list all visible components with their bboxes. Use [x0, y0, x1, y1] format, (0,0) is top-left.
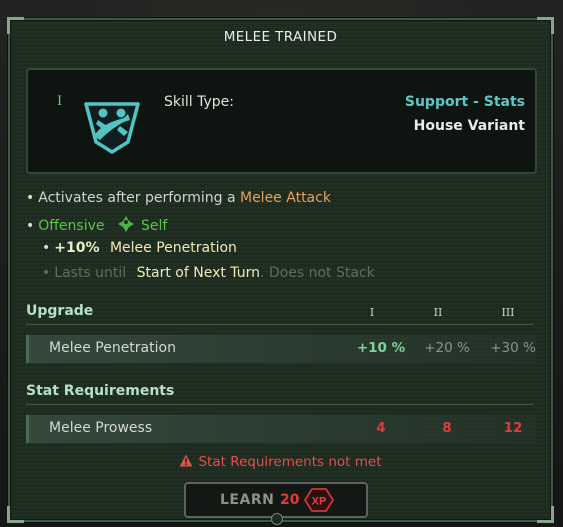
- tier-numeral: I: [57, 94, 63, 109]
- xp-icon: XP: [304, 488, 334, 512]
- upgrade-stat-name: Melee Penetration: [49, 340, 176, 356]
- tier-header: III: [501, 306, 515, 319]
- description-line: • Activates after performing a Melee Atta…: [26, 190, 331, 206]
- upgrade-section-label: Upgrade: [26, 303, 94, 319]
- duration-keyword: Start of Next Turn: [136, 265, 260, 281]
- tier-value: +30 %: [490, 340, 536, 356]
- description-line: • Lasts until Start of Next Turn. Does no…: [42, 265, 375, 281]
- corner-ornament: [7, 506, 24, 523]
- tier-value: +20 %: [424, 340, 470, 356]
- skill-tooltip-panel: MELEE TRAINED I Skill Type: Support - St…: [7, 17, 554, 525]
- skill-type-value: Support - Stats: [404, 94, 525, 110]
- requirements-section-label: Stat Requirements: [26, 383, 175, 399]
- tier-header: I: [369, 306, 375, 319]
- corner-ornament: [537, 506, 554, 523]
- requirement-stat-name: Melee Prowess: [49, 420, 153, 436]
- stack-text: . Does not Stack: [259, 265, 375, 281]
- xp-label: XP: [312, 496, 327, 508]
- learn-label: LEARN: [220, 492, 275, 508]
- warning-text: Stat Requirements not met: [198, 454, 382, 470]
- learn-button[interactable]: LEARN 20 XP: [184, 482, 368, 525]
- panel-title: MELEE TRAINED: [223, 29, 338, 45]
- section-divider: [26, 324, 533, 325]
- effect-value: +10%: [54, 240, 100, 256]
- effect-target: Self: [140, 218, 168, 234]
- requirement-value: 4: [376, 420, 386, 436]
- upgrade-row: Melee Penetration +10 % +20 % +30 %: [26, 335, 536, 363]
- xp-cost: 20: [280, 492, 300, 508]
- skill-header: I Skill Type: Support - Stats House Vari…: [26, 68, 537, 174]
- requirement-value: 12: [503, 420, 523, 436]
- effect-stat: Melee Penetration: [109, 240, 237, 256]
- requirements-warning: Stat Requirements not met: [10, 454, 551, 470]
- section-divider: [26, 404, 533, 405]
- skill-variant: House Variant: [413, 118, 525, 134]
- button-notch: [271, 513, 283, 525]
- skill-type-label: Skill Type:: [164, 94, 234, 110]
- description-text: Activates after performing a: [38, 190, 236, 206]
- description-line: • +10% Melee Penetration: [42, 240, 237, 256]
- effect-category: Offensive: [38, 218, 105, 234]
- description-line: • Offensive Self: [26, 215, 167, 234]
- trigger-keyword: Melee Attack: [239, 190, 331, 206]
- self-target-icon: [117, 216, 134, 232]
- duration-text: Lasts until: [54, 265, 127, 281]
- requirement-row: Melee Prowess 4 8 12: [26, 415, 536, 443]
- tier-header: II: [433, 306, 443, 319]
- warning-icon: [179, 454, 193, 467]
- requirement-value: 8: [442, 420, 452, 436]
- melee-skill-icon: [84, 102, 140, 154]
- tier-value-current: +10 %: [356, 340, 406, 356]
